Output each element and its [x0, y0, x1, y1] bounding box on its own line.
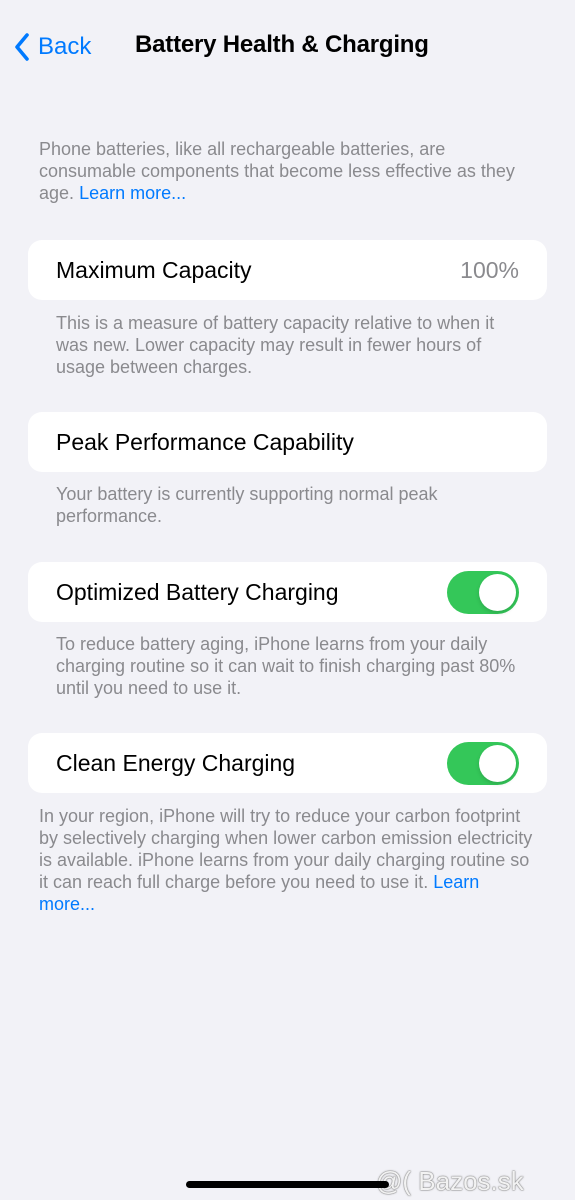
maximum-capacity-value: 100%	[460, 257, 519, 283]
intro-description: Phone batteries, like all rechargeable b…	[39, 138, 539, 204]
optimized-charging-description: To reduce battery aging, iPhone learns f…	[56, 634, 516, 698]
clean-energy-row: Clean Energy Charging	[28, 733, 547, 793]
page-title: Battery Health & Charging	[135, 31, 429, 58]
chevron-left-icon	[14, 33, 30, 61]
optimized-charging-row: Optimized Battery Charging	[28, 562, 547, 622]
back-label: Back	[38, 33, 92, 60]
peak-performance-description: Your battery is currently supporting nor…	[56, 484, 438, 526]
navigation-bar: Back Battery Health & Charging	[0, 0, 575, 94]
optimized-charging-label: Optimized Battery Charging	[56, 579, 339, 605]
back-button[interactable]: Back	[14, 28, 91, 66]
clean-energy-label: Clean Energy Charging	[56, 750, 296, 776]
maximum-capacity-description: This is a measure of battery capacity re…	[56, 313, 495, 377]
toggle-knob	[479, 574, 516, 611]
toggle-knob	[479, 745, 516, 782]
maximum-capacity-label: Maximum Capacity	[56, 257, 252, 283]
optimized-charging-toggle[interactable]	[447, 571, 519, 614]
peak-performance-label: Peak Performance Capability	[56, 429, 354, 455]
clean-energy-description: In your region, iPhone will try to reduc…	[39, 805, 539, 915]
maximum-capacity-row: Maximum Capacity 100%	[28, 240, 547, 300]
learn-more-link[interactable]: Learn more...	[79, 183, 186, 203]
peak-performance-row: Peak Performance Capability	[28, 412, 547, 472]
home-indicator	[186, 1181, 389, 1188]
clean-energy-toggle[interactable]	[447, 742, 519, 785]
watermark: @( Bazos.sk	[376, 1166, 524, 1196]
